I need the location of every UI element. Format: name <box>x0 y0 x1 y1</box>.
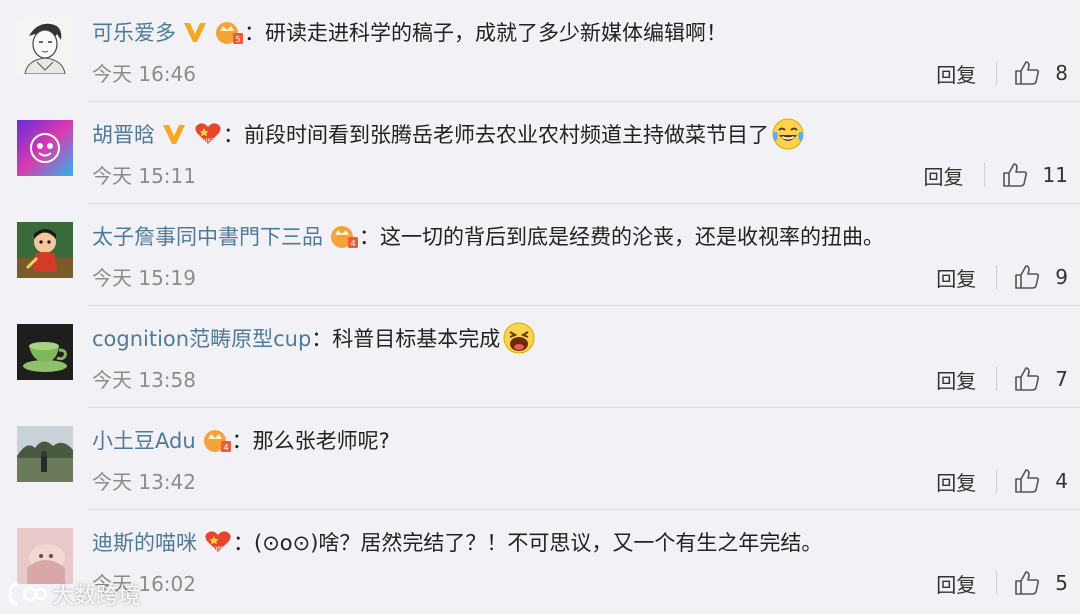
svg-text:VIP5: VIP5 <box>211 546 224 553</box>
divider <box>983 163 985 187</box>
comment-text: (⊙o⊙)啥？居然完结了？！不可思议，又一个有生之年完结。 <box>254 531 823 555</box>
username[interactable]: 迪斯的喵咪 <box>92 527 197 557</box>
avatar[interactable] <box>17 426 73 482</box>
svg-text:5: 5 <box>235 35 240 44</box>
colon: ： <box>233 531 254 555</box>
comment-list: 可乐爱多 5 ： 研读走进科学的稿子，成就了多少新媒体编辑啊！ 今天 16:46… <box>0 0 1080 614</box>
colon: ： <box>359 225 380 249</box>
svg-text:VIP7: VIP7 <box>201 138 214 145</box>
colon: ： <box>231 429 253 453</box>
avatar-landscape-photo <box>17 426 73 482</box>
thumbs-up-icon[interactable] <box>1013 569 1041 597</box>
divider <box>996 265 998 289</box>
svg-text:4: 4 <box>223 443 228 452</box>
like-count: 7 <box>1055 367 1068 391</box>
divider <box>996 571 998 595</box>
verified-v-icon <box>161 122 187 146</box>
like-count: 4 <box>1055 469 1068 493</box>
comment-text: 那么张老师呢? <box>252 429 390 453</box>
avatar[interactable] <box>17 528 73 584</box>
comment-item: 迪斯的喵咪 VIP5 ： (⊙o⊙)啥？居然完结了？！不可思议，又一个有生之年完… <box>0 510 1080 612</box>
like-count: 11 <box>1042 163 1068 187</box>
thumbs-up-icon[interactable] <box>1013 365 1041 393</box>
svg-text:4: 4 <box>350 239 355 248</box>
comment-text: 前段时间看到张腾岳老师去农业农村频道主持做菜节目了 <box>244 123 769 147</box>
vip7-heart-icon: VIP7 <box>193 121 223 147</box>
divider <box>996 61 998 85</box>
comment-item: 太子詹事同中書門下三品 4 ： 这一切的背后到底是经费的沦丧，还是收视率的扭曲。… <box>0 204 1080 306</box>
vip5-heart-icon: VIP5 <box>203 529 233 555</box>
comment-item: cognition范畴原型cup ： 科普目标基本完成 今天 13:58 回复 … <box>0 306 1080 408</box>
reply-button[interactable]: 回复 <box>936 569 976 598</box>
verified-v-icon <box>182 20 208 44</box>
thumbs-up-icon[interactable] <box>1013 59 1041 87</box>
colon: ： <box>244 21 265 45</box>
comment-item: 小土豆Adu 4 ： 那么张老师呢? 今天 13:42 回复 4 <box>0 408 1080 510</box>
thumbs-up-icon[interactable] <box>1013 467 1041 495</box>
comment-text: 研读走进科学的稿子，成就了多少新媒体编辑啊！ <box>265 21 727 45</box>
timestamp: 今天 16:46 <box>92 62 196 86</box>
member-crown-icon: 5 <box>214 19 244 45</box>
avatar[interactable] <box>17 324 73 380</box>
member-crown-icon: 4 <box>329 223 359 249</box>
like-count: 8 <box>1055 61 1068 85</box>
divider <box>996 469 998 493</box>
thumbs-up-icon[interactable] <box>1001 161 1029 189</box>
avatar[interactable] <box>17 18 73 74</box>
colon: ： <box>311 327 333 351</box>
laughing-emoji <box>502 321 536 355</box>
username[interactable]: 可乐爱多 <box>92 17 176 47</box>
username[interactable]: cognition范畴原型cup <box>92 323 311 353</box>
comment-text: 科普目标基本完成 <box>332 327 501 351</box>
timestamp: 今天 13:42 <box>92 470 196 494</box>
avatar-neon-graphic <box>17 120 73 176</box>
divider <box>996 367 998 391</box>
username[interactable]: 太子詹事同中書門下三品 <box>92 221 323 251</box>
reply-button[interactable]: 回复 <box>936 365 976 394</box>
username[interactable]: 小土豆Adu <box>92 425 196 455</box>
like-count: 9 <box>1055 265 1068 289</box>
comment-item: 胡晋晗 VIP7 ： 前段时间看到张腾岳老师去农业农村频道主持做菜节目了 今天 … <box>0 102 1080 204</box>
avatar-cartoon-character <box>17 222 73 278</box>
avatar-pink-photo <box>17 528 73 584</box>
avatar[interactable] <box>17 120 73 176</box>
member-crown-icon: 4 <box>202 427 232 453</box>
reply-button[interactable]: 回复 <box>936 59 976 88</box>
reply-button[interactable]: 回复 <box>936 263 976 292</box>
timestamp: 今天 15:19 <box>92 266 196 290</box>
watermark: 大数跨境 <box>8 578 140 610</box>
thumbs-up-icon[interactable] <box>1013 263 1041 291</box>
avatar[interactable] <box>17 222 73 278</box>
like-count: 5 <box>1055 571 1068 595</box>
reply-button[interactable]: 回复 <box>924 161 964 190</box>
colon: ： <box>223 123 244 147</box>
watermark-logo-icon <box>8 580 52 608</box>
username[interactable]: 胡晋晗 <box>92 119 155 149</box>
timestamp: 今天 13:58 <box>92 368 196 392</box>
comment-text: 这一切的背后到底是经费的沦丧，还是收视率的扭曲。 <box>380 225 884 249</box>
tears-of-joy-emoji <box>771 117 805 151</box>
comment-item: 可乐爱多 5 ： 研读走进科学的稿子，成就了多少新媒体编辑啊！ 今天 16:46… <box>0 0 1080 102</box>
avatar-green-cup <box>17 324 73 380</box>
watermark-text: 大数跨境 <box>52 584 141 609</box>
timestamp: 今天 15:11 <box>92 164 196 188</box>
avatar-sketch-portrait <box>17 18 73 74</box>
reply-button[interactable]: 回复 <box>936 467 976 496</box>
